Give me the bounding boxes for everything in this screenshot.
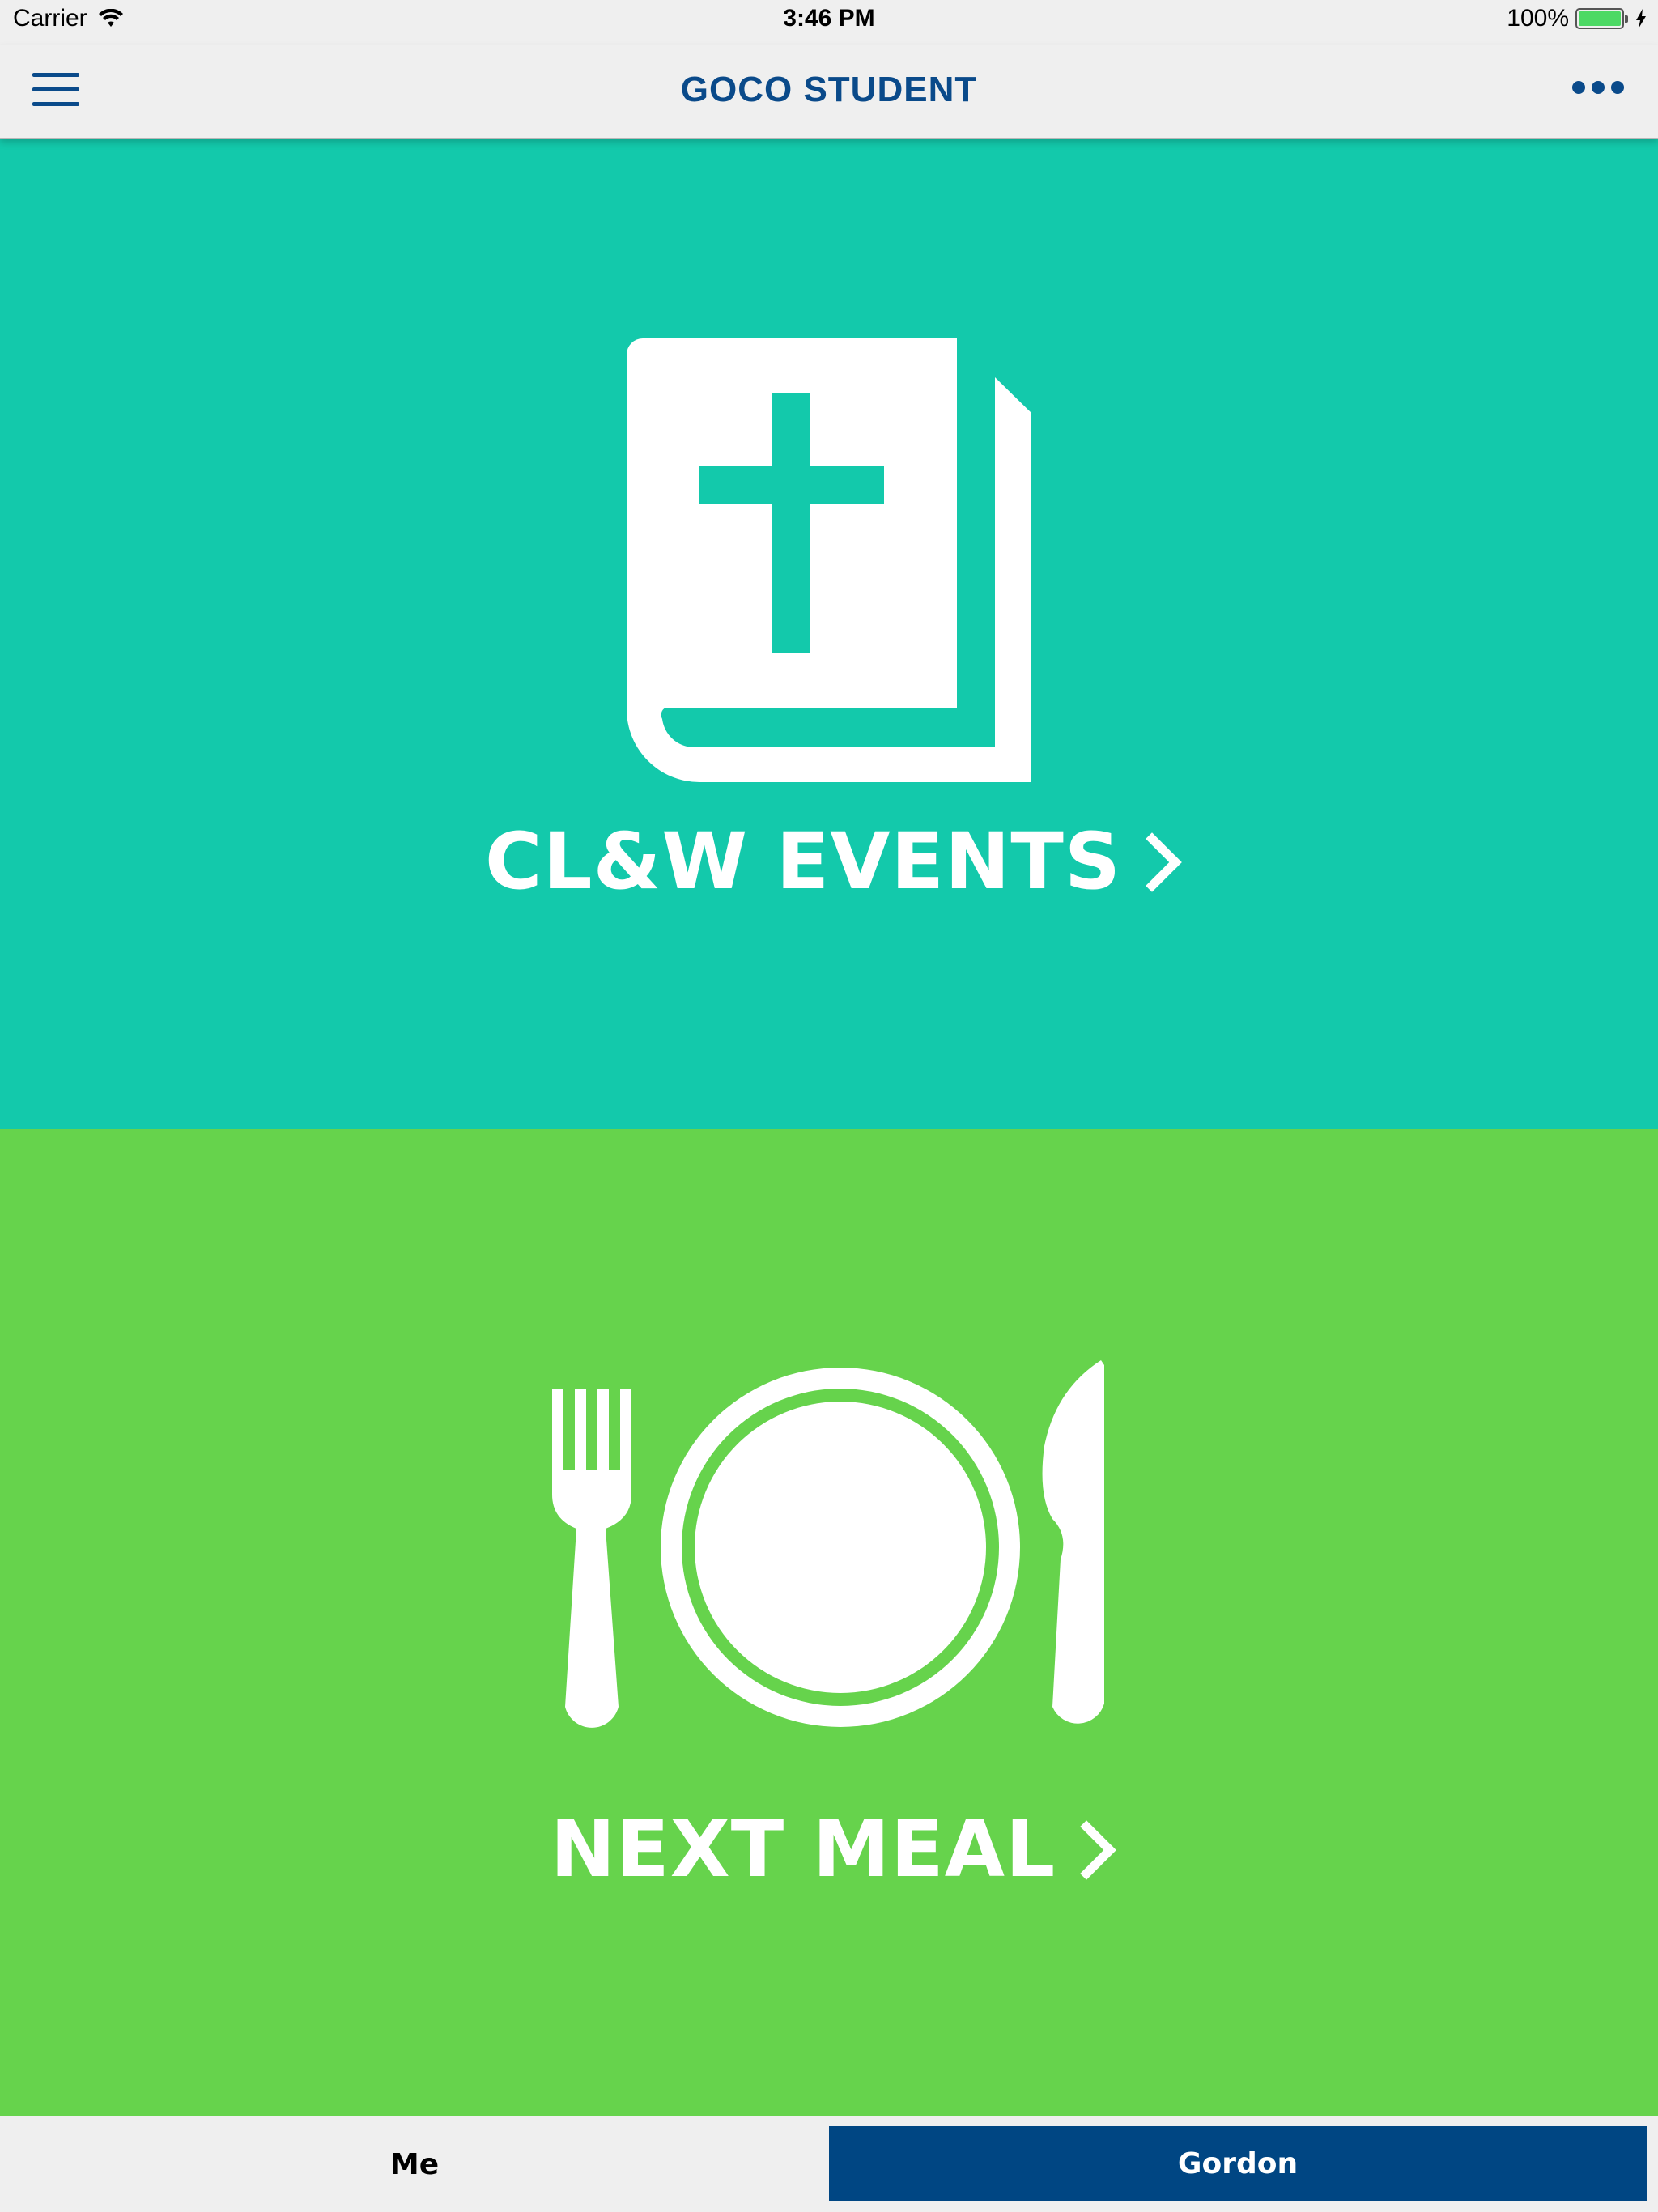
tab-me[interactable]: Me	[0, 2116, 829, 2212]
battery-icon	[1575, 8, 1628, 29]
page-title: GOCO STUDENT	[680, 70, 978, 109]
navigation-bar: GOCO STUDENT	[0, 45, 1658, 139]
bible-icon	[627, 338, 1031, 782]
chevron-right-icon	[1122, 832, 1182, 892]
status-bar: Carrier 3:46 PM 100%	[0, 0, 1658, 45]
tab-gordon[interactable]: Gordon	[829, 2126, 1647, 2201]
plate-fork-knife-icon	[552, 1360, 1104, 1728]
clw-events-label: CL&W EVENTS	[0, 823, 1658, 900]
status-right: 100%	[1507, 5, 1647, 32]
next-meal-label: NEXT MEAL	[0, 1810, 1658, 1888]
ellipsis-icon[interactable]	[1572, 81, 1624, 94]
chevron-right-icon	[1056, 1820, 1116, 1880]
status-time: 3:46 PM	[783, 5, 875, 32]
battery-fill	[1579, 11, 1621, 26]
bottom-tab-bar: Me Gordon	[0, 2116, 1658, 2212]
battery-percent: 100%	[1507, 5, 1569, 32]
charging-icon	[1636, 9, 1646, 28]
